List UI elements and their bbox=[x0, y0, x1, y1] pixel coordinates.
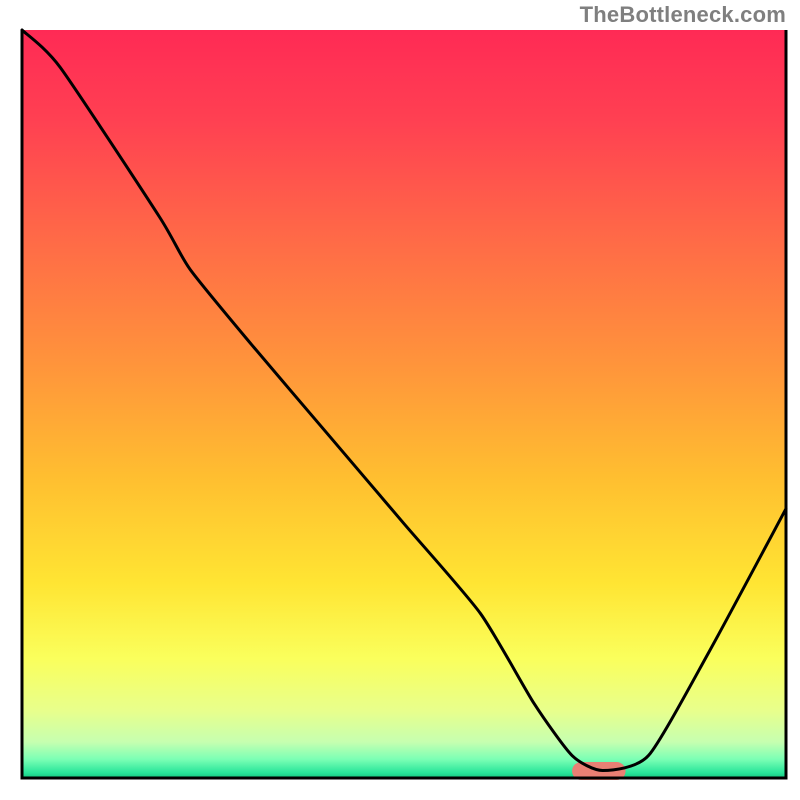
chart-canvas bbox=[0, 0, 800, 800]
bottleneck-chart: TheBottleneck.com bbox=[0, 0, 800, 800]
plot-background bbox=[22, 30, 786, 778]
attribution-label: TheBottleneck.com bbox=[580, 2, 786, 28]
